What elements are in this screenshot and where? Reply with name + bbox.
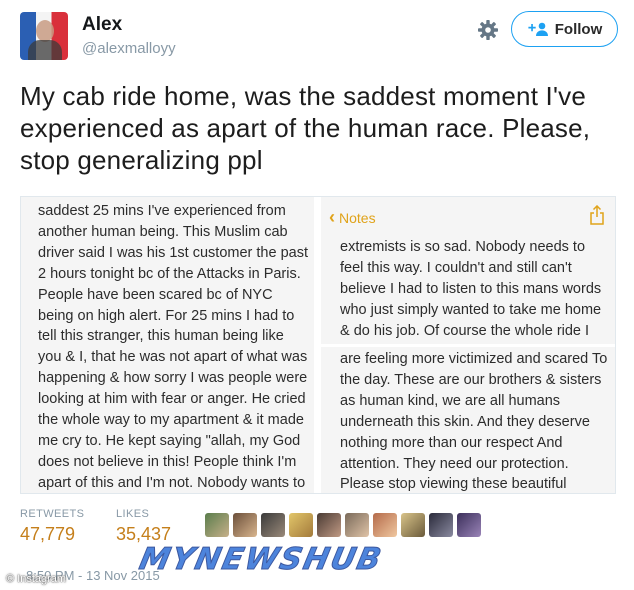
likes-stat[interactable]: LIKES 35,437 [116, 508, 212, 545]
tweet-photo[interactable]: saddest 25 mins I've experienced from an… [20, 196, 616, 494]
photo-divider [314, 197, 321, 493]
user-handle[interactable]: @alexmalloyy [82, 40, 176, 57]
site-watermark: MYNEWSHUB [136, 542, 387, 578]
right-bottom-note-body: are feeling more victimized and scared T… [340, 351, 608, 493]
chevron-left-icon: ‹ [329, 207, 335, 227]
avatar[interactable] [20, 12, 68, 60]
liker-avatars [205, 513, 481, 537]
notes-label: Notes [339, 209, 376, 226]
tweet-stats: RETWEETS 47,779 LIKES 35,437 [20, 508, 212, 545]
retweets-stat[interactable]: RETWEETS 47,779 [20, 508, 116, 545]
note-screenshot-right-bottom: are feeling more victimized and scared T… [321, 347, 615, 493]
follow-label: Follow [554, 20, 603, 38]
liker-avatar[interactable] [373, 513, 397, 537]
avatar-face [36, 20, 54, 42]
liker-avatar[interactable] [261, 513, 285, 537]
note-screenshot-right: ‹ Notes extremists is so sad. Nobody nee… [321, 197, 615, 493]
add-user-icon [527, 21, 549, 37]
note-screenshot-right-top: ‹ Notes extremists is so sad. Nobody nee… [321, 197, 615, 347]
liker-avatar[interactable] [289, 513, 313, 537]
liker-avatar[interactable] [345, 513, 369, 537]
right-top-note-text: extremists is so sad. Nobody needs to fe… [340, 239, 603, 347]
liker-avatar[interactable] [457, 513, 481, 537]
tweet-text: My cab ride home, was the saddest moment… [20, 81, 591, 175]
retweets-label: RETWEETS [20, 508, 85, 520]
gear-icon[interactable] [476, 18, 500, 42]
share-icon [589, 204, 605, 225]
follow-button[interactable]: Follow [511, 11, 618, 47]
liker-avatar[interactable] [401, 513, 425, 537]
note-screenshot-left: saddest 25 mins I've experienced from an… [21, 197, 314, 493]
notes-back-button: ‹ Notes [329, 207, 376, 228]
avatar-body [28, 40, 62, 60]
liker-avatar[interactable] [205, 513, 229, 537]
left-note-text: saddest 25 mins I've experienced from an… [38, 203, 308, 491]
liker-avatar[interactable] [233, 513, 257, 537]
tweet-header: Alex @alexmalloyy Follow [0, 0, 634, 72]
photo-credit: © Instagram [6, 573, 67, 585]
likes-label: LIKES [116, 508, 150, 520]
liker-avatar[interactable] [317, 513, 341, 537]
retweets-count: 47,779 [20, 524, 76, 544]
liker-avatar[interactable] [429, 513, 453, 537]
right-bottom-note-text: are feeling more victimized and scared T… [340, 349, 612, 493]
user-name[interactable]: Alex [82, 14, 122, 36]
